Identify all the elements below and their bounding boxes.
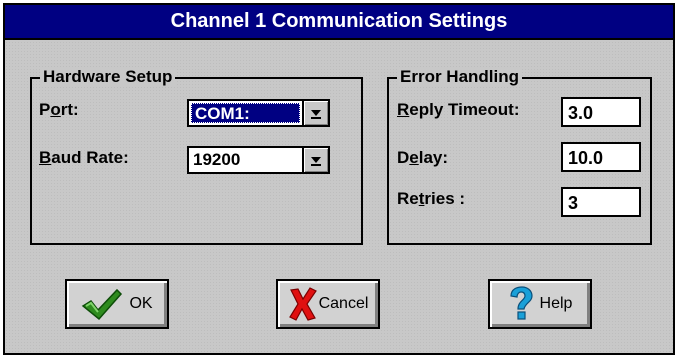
port-select[interactable]: COM1:: [187, 99, 330, 127]
ok-button[interactable]: OK: [65, 279, 169, 329]
retries-input[interactable]: 3: [561, 187, 641, 217]
port-label: Port:: [39, 100, 79, 119]
ok-label: OK: [129, 295, 153, 312]
baud-rate-value: 19200: [193, 150, 241, 169]
cancel-label: Cancel: [318, 295, 369, 312]
dialog-title: Channel 1 Communication Settings: [5, 5, 673, 40]
dropdown-arrow-icon[interactable]: [302, 148, 328, 172]
delay-label: Delay:: [397, 148, 449, 167]
baud-rate-label: Baud Rate:: [39, 148, 129, 167]
dropdown-arrow-icon[interactable]: [302, 101, 328, 125]
checkmark-icon: [81, 287, 123, 321]
baud-rate-select[interactable]: 19200: [187, 146, 330, 174]
help-button[interactable]: Help: [488, 279, 592, 329]
reply-timeout-label: Reply Timeout:: [397, 100, 520, 119]
x-icon: [288, 287, 318, 321]
question-mark-icon: [508, 286, 534, 322]
hardware-setup-title: Hardware Setup: [40, 67, 176, 87]
delay-input[interactable]: 10.0: [561, 142, 641, 172]
help-label: Help: [539, 295, 573, 312]
cancel-button[interactable]: Cancel: [276, 279, 380, 329]
reply-timeout-input[interactable]: 3.0: [561, 97, 641, 127]
port-value: COM1:: [191, 103, 300, 123]
error-handling-title: Error Handling: [397, 67, 523, 87]
retries-label: Retries :: [397, 189, 466, 208]
dropdown-arrow-icon-glyph: [311, 157, 321, 166]
dropdown-arrow-icon-glyph: [311, 110, 321, 119]
communication-settings-dialog: Channel 1 Communication Settings Hardwar…: [3, 3, 675, 355]
